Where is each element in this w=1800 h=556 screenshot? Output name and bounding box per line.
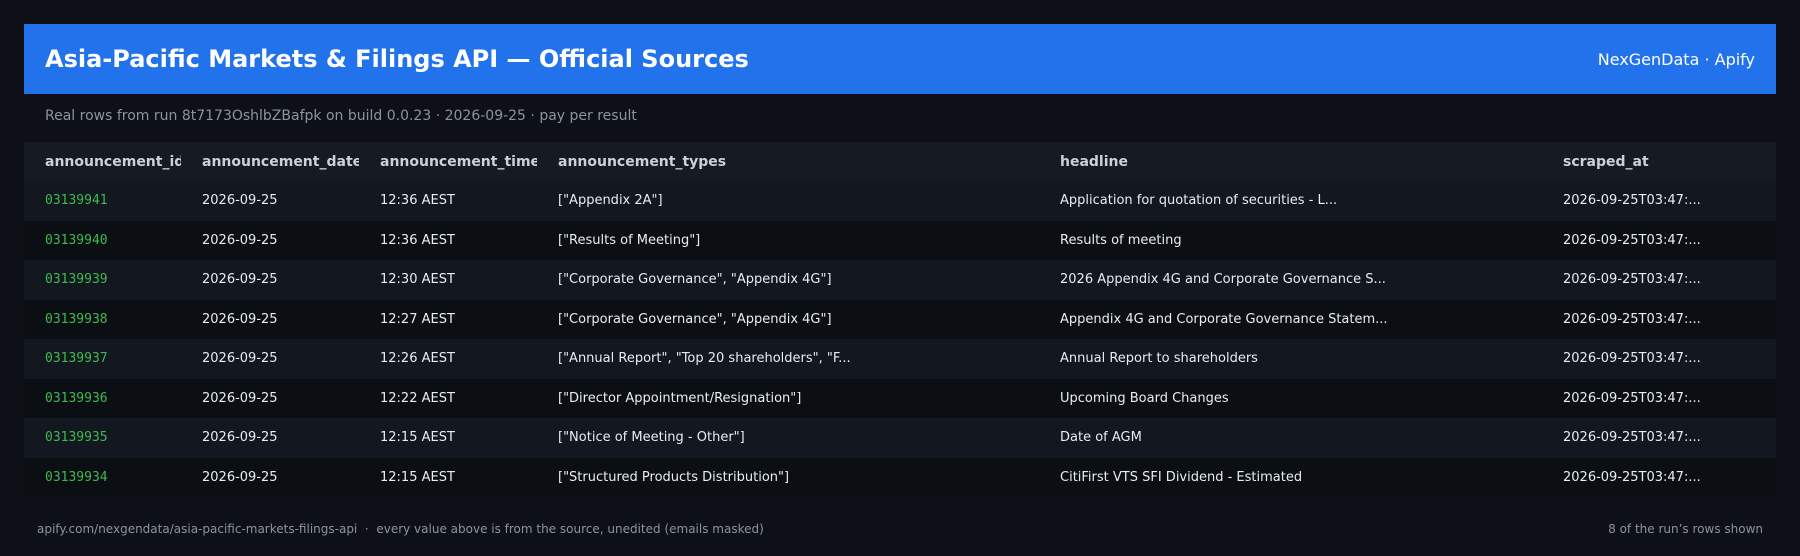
results-table: announcement_id announcement_date announ… <box>24 142 1776 497</box>
cell-scraped-at: 2026-09-25T03:47:... <box>1563 430 1701 446</box>
cell-announcement-date: 2026-09-25 <box>202 430 278 446</box>
cell-announcement-time: 12:15 AEST <box>380 469 455 485</box>
cell-announcement-time: 12:22 AEST <box>380 390 455 406</box>
cell-announcement-id: 03139936 <box>45 390 108 406</box>
table-row: 03139939 2026-09-25 12:30 AEST ["Corpora… <box>24 260 1776 300</box>
column-header-announcement-time[interactable]: announcement_time <box>359 142 537 181</box>
footer-row-count: 8 of the run’s rows shown <box>1608 522 1763 536</box>
footer-source-note: apify.com/nexgendata/asia-pacific-market… <box>37 522 764 536</box>
cell-headline: Appendix 4G and Corporate Governance Sta… <box>1060 311 1388 327</box>
cell-headline: Application for quotation of securities … <box>1060 193 1338 209</box>
cell-announcement-types: ["Results of Meeting"] <box>558 232 701 248</box>
cell-headline: 2026 Appendix 4G and Corporate Governanc… <box>1060 272 1386 288</box>
cell-headline: Annual Report to shareholders <box>1060 351 1258 367</box>
cell-announcement-types: ["Director Appointment/Resignation"] <box>558 390 802 406</box>
cell-announcement-id: 03139940 <box>45 232 108 248</box>
brand-label: NexGenData · Apify <box>1597 49 1755 69</box>
cell-announcement-id: 03139938 <box>45 311 108 327</box>
cell-announcement-id: 03139937 <box>45 351 108 367</box>
cell-scraped-at: 2026-09-25T03:47:... <box>1563 469 1701 485</box>
cell-scraped-at: 2026-09-25T03:47:... <box>1563 390 1701 406</box>
column-header-announcement-date[interactable]: announcement_date <box>181 142 359 181</box>
cell-announcement-time: 12:26 AEST <box>380 351 455 367</box>
cell-announcement-date: 2026-09-25 <box>202 272 278 288</box>
cell-announcement-date: 2026-09-25 <box>202 311 278 327</box>
cell-announcement-time: 12:15 AEST <box>380 430 455 446</box>
cell-announcement-types: ["Notice of Meeting - Other"] <box>558 430 745 446</box>
table-row: 03139940 2026-09-25 12:36 AEST ["Results… <box>24 220 1776 260</box>
cell-announcement-id: 03139939 <box>45 272 108 288</box>
cell-announcement-types: ["Structured Products Distribution"] <box>558 469 790 485</box>
cell-announcement-types: ["Appendix 2A"] <box>558 193 663 209</box>
column-header-headline[interactable]: headline <box>1039 142 1542 181</box>
cell-announcement-date: 2026-09-25 <box>202 351 278 367</box>
cell-announcement-date: 2026-09-25 <box>202 232 278 248</box>
cell-announcement-types: ["Corporate Governance", "Appendix 4G"] <box>558 311 832 327</box>
cell-announcement-id: 03139935 <box>45 430 108 446</box>
column-header-scraped-at[interactable]: scraped_at <box>1542 142 1776 181</box>
cell-announcement-date: 2026-09-25 <box>202 469 278 485</box>
cell-headline: Date of AGM <box>1060 430 1142 446</box>
cell-announcement-time: 12:36 AEST <box>380 232 455 248</box>
column-header-announcement-types[interactable]: announcement_types <box>537 142 1039 181</box>
cell-scraped-at: 2026-09-25T03:47:... <box>1563 193 1701 209</box>
cell-headline: Upcoming Board Changes <box>1060 390 1229 406</box>
results-table-container: announcement_id announcement_date announ… <box>24 142 1776 497</box>
cell-scraped-at: 2026-09-25T03:47:... <box>1563 351 1701 367</box>
page: Asia-Pacific Markets & Filings API — Off… <box>0 0 1800 556</box>
cell-announcement-date: 2026-09-25 <box>202 193 278 209</box>
table-row: 03139937 2026-09-25 12:26 AEST ["Annual … <box>24 339 1776 379</box>
cell-announcement-time: 12:30 AEST <box>380 272 455 288</box>
cell-announcement-id: 03139941 <box>45 193 108 209</box>
cell-headline: Results of meeting <box>1060 232 1182 248</box>
cell-announcement-id: 03139934 <box>45 469 108 485</box>
cell-scraped-at: 2026-09-25T03:47:... <box>1563 232 1701 248</box>
cell-announcement-time: 12:27 AEST <box>380 311 455 327</box>
cell-headline: CitiFirst VTS SFI Dividend - Estimated <box>1060 469 1303 485</box>
cell-announcement-time: 12:36 AEST <box>380 193 455 209</box>
cell-announcement-date: 2026-09-25 <box>202 390 278 406</box>
table-row: 03139938 2026-09-25 12:27 AEST ["Corpora… <box>24 299 1776 339</box>
column-header-announcement-id[interactable]: announcement_id <box>24 142 181 181</box>
header-bar: Asia-Pacific Markets & Filings API — Off… <box>24 24 1776 94</box>
table-row: 03139936 2026-09-25 12:22 AEST ["Directo… <box>24 378 1776 418</box>
cell-announcement-types: ["Annual Report", "Top 20 shareholders",… <box>558 351 851 367</box>
cell-announcement-types: ["Corporate Governance", "Appendix 4G"] <box>558 272 832 288</box>
cell-scraped-at: 2026-09-25T03:47:... <box>1563 272 1701 288</box>
table-row: 03139934 2026-09-25 12:15 AEST ["Structu… <box>24 457 1776 497</box>
table-row: 03139935 2026-09-25 12:15 AEST ["Notice … <box>24 418 1776 458</box>
table-row: 03139941 2026-09-25 12:36 AEST ["Appendi… <box>24 181 1776 221</box>
run-info-subtitle: Real rows from run 8t7173OshlbZBafpk on … <box>45 108 637 124</box>
cell-scraped-at: 2026-09-25T03:47:... <box>1563 311 1701 327</box>
table-header-row: announcement_id announcement_date announ… <box>24 142 1776 181</box>
page-title: Asia-Pacific Markets & Filings API — Off… <box>45 45 749 73</box>
